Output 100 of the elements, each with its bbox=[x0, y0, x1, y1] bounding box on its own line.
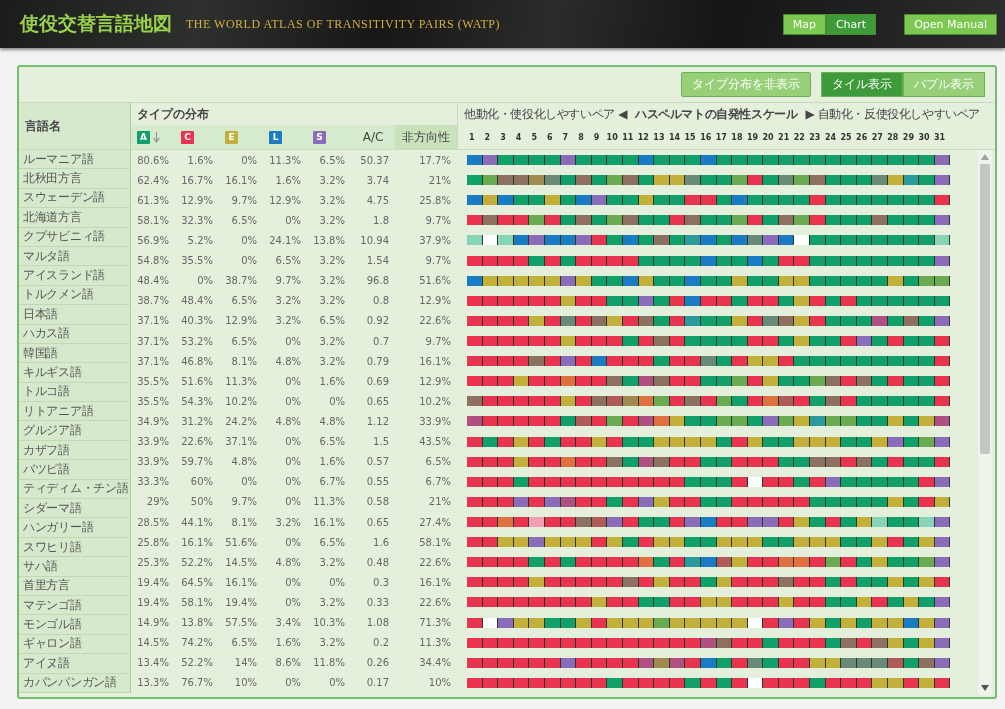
table-cell-text: 22.6% bbox=[418, 596, 452, 608]
table-cell-text: 25.8% bbox=[136, 536, 170, 548]
table-cell-text: 21% bbox=[427, 174, 452, 186]
table-cell-text: 0.3 bbox=[372, 576, 390, 588]
language-name[interactable]: シダーマ語 bbox=[19, 499, 131, 519]
language-name[interactable]: 北秋田方言 bbox=[19, 169, 131, 189]
table-cell-text: 1.08 bbox=[365, 617, 390, 629]
table-cell-text: 0% bbox=[284, 596, 302, 608]
table-cell-text: 6.5% bbox=[318, 436, 346, 448]
table-cell-text: 0% bbox=[328, 576, 346, 588]
table-cell-text: 14.5% bbox=[224, 556, 258, 568]
type-swatch[interactable]: A bbox=[137, 130, 150, 144]
scale-number: 25 bbox=[839, 132, 853, 142]
language-name[interactable]: ティディム・チン語 bbox=[19, 479, 131, 500]
language-name[interactable]: ハカス語 bbox=[19, 324, 131, 344]
table-cell-text: 6.7% bbox=[424, 476, 452, 488]
table-cell-text: 13.3% bbox=[136, 677, 170, 689]
table-cell-text: 8.1% bbox=[230, 516, 258, 528]
language-name[interactable]: ハンガリー語 bbox=[19, 518, 131, 538]
column-header[interactable]: 非方向性 bbox=[395, 125, 457, 149]
language-name[interactable]: バツビ語 bbox=[19, 460, 131, 480]
language-name[interactable]: 韓国語 bbox=[19, 343, 131, 364]
table-cell-text: 0% bbox=[284, 677, 302, 689]
scale-number: 10 bbox=[605, 132, 619, 142]
table-cell-text: 1.5 bbox=[372, 436, 390, 448]
table-cell-text: 13.4% bbox=[136, 657, 170, 669]
table-cell-text: 3.2% bbox=[318, 194, 346, 206]
column-header[interactable]: A/C bbox=[351, 130, 395, 144]
language-name[interactable]: アイヌ語 bbox=[19, 654, 131, 674]
table-cell-text: 6.5% bbox=[230, 335, 258, 347]
language-name[interactable]: アイスランド語 bbox=[19, 266, 131, 286]
table-cell-text: 3.74 bbox=[365, 174, 390, 186]
table-cell-text: 6.5% bbox=[230, 295, 258, 307]
table-cell-text: 11.8% bbox=[312, 657, 346, 669]
language-name[interactable]: スワヒリ語 bbox=[19, 537, 131, 558]
language-name[interactable]: トルクメン語 bbox=[19, 285, 131, 306]
scale-number: 26 bbox=[855, 132, 869, 142]
table-cell-text: 0.79 bbox=[365, 355, 390, 367]
nav-button[interactable]: Chart bbox=[825, 13, 877, 35]
table-cell-text: 12.9% bbox=[418, 375, 452, 387]
table-cell-text: 16.1% bbox=[224, 174, 258, 186]
language-name[interactable]: ルーマニア語 bbox=[19, 150, 131, 170]
table-cell-text: 19.4% bbox=[224, 596, 258, 608]
table-cell-text: 0% bbox=[196, 275, 214, 287]
scale-number: 20 bbox=[761, 132, 775, 142]
app-subtitle: THE WORLD ATLAS OF TRANSITIVITY PAIRS (WATP) bbox=[186, 16, 500, 32]
language-name[interactable]: グルジア語 bbox=[19, 421, 131, 441]
language-name[interactable]: マテンゴ語 bbox=[19, 596, 131, 616]
table-cell-text: 16.1% bbox=[224, 576, 258, 588]
table-cell-text: 1.6% bbox=[318, 375, 346, 387]
table-cell-text: 11.3% bbox=[418, 637, 452, 649]
table-cell-text: 76.7% bbox=[180, 677, 214, 689]
table-cell-text: 9.7% bbox=[230, 194, 258, 206]
language-name[interactable]: 日本語 bbox=[19, 305, 131, 325]
scale-number: 3 bbox=[499, 132, 507, 142]
table-cell-text: 27.4% bbox=[418, 516, 452, 528]
table-cell-text: 4.8% bbox=[318, 415, 346, 427]
table-cell-text: 59.7% bbox=[180, 456, 214, 468]
table-cell-text: 19.4% bbox=[136, 576, 170, 588]
language-name[interactable]: スウェーデン語 bbox=[19, 188, 131, 209]
table-cell-text: 33.9% bbox=[418, 415, 452, 427]
table-cell-text: 60% bbox=[189, 476, 214, 488]
scale-number: 28 bbox=[886, 132, 900, 142]
table-cell-text: 3.2% bbox=[274, 516, 302, 528]
type-swatch[interactable]: L bbox=[269, 130, 282, 144]
language-name[interactable]: トルコ語 bbox=[19, 382, 131, 403]
table-cell-text: 38.7% bbox=[224, 275, 258, 287]
scale-number: 1 bbox=[468, 132, 476, 142]
table-cell-text: 22.6% bbox=[418, 315, 452, 327]
table-cell-text: 13.8% bbox=[312, 235, 346, 246]
table-cell-text: 0.26 bbox=[365, 657, 390, 669]
scale-number: 2 bbox=[483, 132, 492, 142]
table-cell-text: 19.4% bbox=[136, 596, 170, 608]
scale-number: 6 bbox=[545, 132, 554, 142]
language-name[interactable]: 首里方言 bbox=[19, 576, 131, 596]
type-swatch[interactable]: C bbox=[181, 130, 194, 144]
language-name[interactable]: クプサビニィ語 bbox=[19, 227, 131, 247]
language-name[interactable]: キルギス語 bbox=[19, 363, 131, 383]
column-header[interactable]: 言語名 bbox=[19, 103, 131, 149]
language-name[interactable]: カパンパンガン語 bbox=[19, 673, 131, 693]
table-cell-text: 12.9% bbox=[268, 194, 302, 206]
view-toggle[interactable]: タイル表示 bbox=[821, 72, 903, 97]
scale-number: 18 bbox=[730, 132, 744, 142]
scale-number: 9 bbox=[592, 132, 601, 142]
language-name[interactable]: マルタ語 bbox=[19, 246, 131, 267]
scale-number: 8 bbox=[577, 132, 585, 142]
table-cell-text: 53.2% bbox=[180, 335, 214, 347]
language-name[interactable]: ギャロン語 bbox=[19, 634, 131, 655]
language-name[interactable]: カザフ語 bbox=[19, 440, 131, 461]
language-name[interactable]: 北海道方言 bbox=[19, 208, 131, 228]
language-name[interactable]: モンゴル語 bbox=[19, 615, 131, 635]
type-swatch[interactable]: S bbox=[313, 130, 326, 144]
table-cell-text: 0.33 bbox=[365, 596, 390, 608]
scale-number: 27 bbox=[870, 132, 884, 142]
table-cell-text: 0% bbox=[284, 375, 302, 387]
table-cell-text: 54.8% bbox=[136, 255, 170, 267]
language-name[interactable]: サハ語 bbox=[19, 557, 131, 577]
scale-number: 22 bbox=[792, 132, 806, 142]
table-cell-text: 0% bbox=[240, 476, 258, 488]
language-name[interactable]: リトアニア語 bbox=[19, 402, 131, 422]
